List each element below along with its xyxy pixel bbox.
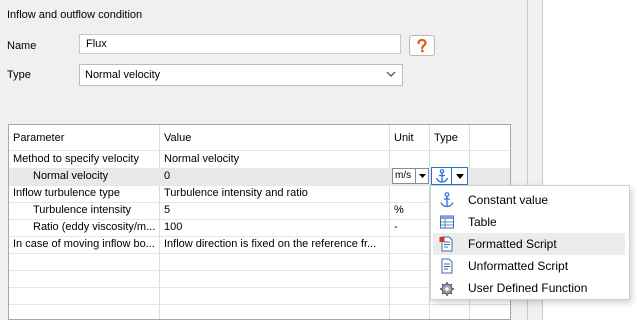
- value-normal-velocity[interactable]: 0: [160, 168, 389, 185]
- type-label: Type: [7, 69, 31, 81]
- unit-turbulence-intensity: %: [394, 204, 404, 216]
- param-normal-velocity[interactable]: Normal velocity: [29, 168, 159, 185]
- formatted-script-icon: [439, 236, 453, 252]
- value-moving-inflow-boundary[interactable]: Inflow direction is fixed on the referen…: [160, 236, 389, 253]
- name-label: Name: [7, 40, 37, 52]
- anchor-icon: [435, 169, 449, 183]
- triangle-down-icon: [418, 174, 426, 178]
- function-gear-icon: [440, 282, 454, 296]
- chevron-down-icon: [386, 71, 396, 77]
- unit-dropdown-value: m/s: [395, 170, 412, 181]
- value-ratio-eddy-viscosity[interactable]: 100: [160, 219, 389, 236]
- column-header-type[interactable]: Type: [430, 125, 469, 151]
- column-header-parameter[interactable]: Parameter: [9, 125, 159, 151]
- column-header-value[interactable]: Value: [160, 125, 389, 151]
- value-method-to-specify-velocity[interactable]: Normal velocity: [160, 151, 389, 168]
- menu-item-table[interactable]: Table: [433, 211, 625, 233]
- menu-item-label: Constant value: [468, 193, 549, 207]
- type-dropdown-value: Normal velocity: [85, 69, 161, 81]
- value-type-dropdown[interactable]: [431, 167, 468, 185]
- help-button[interactable]: [409, 35, 435, 56]
- param-method-to-specify-velocity[interactable]: Method to specify velocity: [9, 151, 159, 168]
- name-input[interactable]: Flux: [79, 34, 401, 54]
- param-ratio-eddy-viscosity[interactable]: Ratio (eddy viscosity/m...: [29, 219, 159, 236]
- value-inflow-turbulence-type[interactable]: Turbulence intensity and ratio: [160, 185, 389, 202]
- value-turbulence-intensity[interactable]: 5: [160, 202, 389, 219]
- param-moving-inflow-boundary[interactable]: In case of moving inflow bo...: [9, 236, 159, 253]
- value-type-menu: Constant value Table Formatted Script Un…: [430, 185, 630, 300]
- menu-item-formatted-script[interactable]: Formatted Script: [433, 233, 625, 255]
- column-header-unit[interactable]: Unit: [390, 125, 429, 151]
- menu-item-user-defined-function[interactable]: User Defined Function: [433, 277, 625, 299]
- help-icon: [417, 38, 427, 52]
- menu-item-label: User Defined Function: [468, 281, 588, 295]
- row-divider: [9, 304, 510, 305]
- menu-item-label: Formatted Script: [468, 237, 557, 251]
- anchor-icon: [440, 192, 454, 208]
- table-icon: [440, 215, 454, 229]
- section-title: Inflow and outflow condition: [7, 9, 143, 21]
- param-turbulence-intensity[interactable]: Turbulence intensity: [29, 202, 159, 219]
- value-type-dropdown-arrow[interactable]: [451, 168, 467, 184]
- menu-item-label: Unformatted Script: [468, 259, 569, 273]
- menu-item-label: Table: [468, 215, 497, 229]
- type-dropdown[interactable]: Normal velocity: [79, 64, 403, 86]
- unformatted-script-icon: [441, 258, 453, 274]
- unit-ratio-eddy-viscosity: -: [394, 221, 398, 233]
- param-inflow-turbulence-type[interactable]: Inflow turbulence type: [9, 185, 159, 202]
- menu-item-constant-value[interactable]: Constant value: [433, 189, 625, 211]
- triangle-down-icon: [455, 173, 464, 179]
- unit-dropdown[interactable]: m/s: [392, 168, 429, 184]
- unit-dropdown-arrow[interactable]: [415, 169, 428, 183]
- menu-item-unformatted-script[interactable]: Unformatted Script: [433, 255, 625, 277]
